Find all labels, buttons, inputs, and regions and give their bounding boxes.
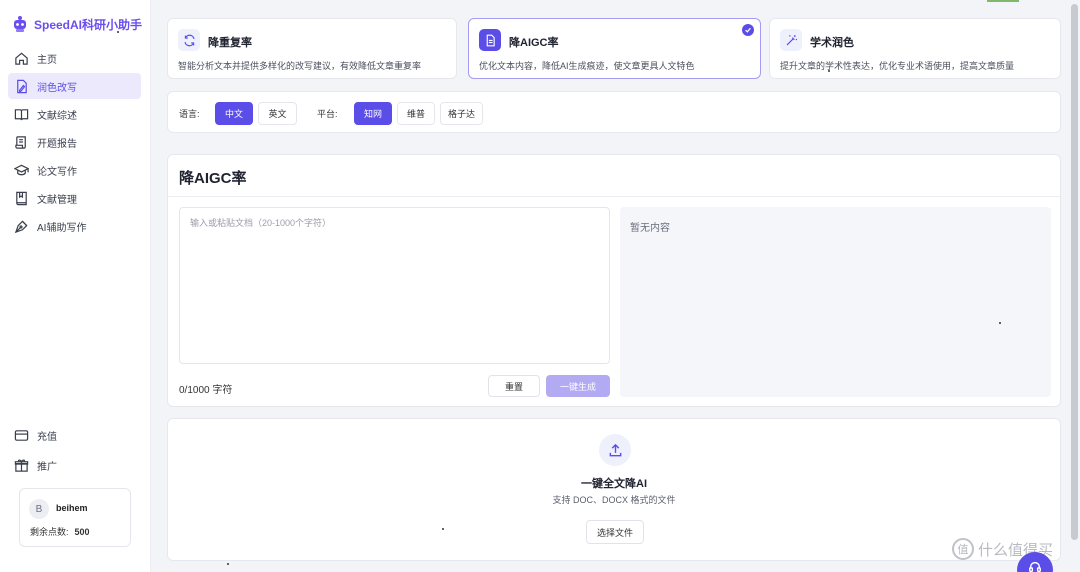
nav-label: 润色改写 [37, 82, 77, 94]
watermark-logo: 值 [952, 538, 974, 560]
scroll-icon [15, 135, 26, 149]
mode-card-reduce-duplication[interactable]: 降重复率 智能分析文本并提供多样化的改写建议，有效降低文章重复率 [167, 18, 457, 79]
nav-label: 充值 [37, 431, 57, 443]
text-input[interactable] [179, 207, 610, 364]
char-count: 0/1000 字符 [179, 385, 233, 396]
generate-button[interactable]: 一键生成 [546, 375, 610, 397]
nav-label: 开题报告 [37, 138, 77, 150]
magic-wand-icon [786, 34, 797, 45]
nav-label: 推广 [37, 461, 57, 473]
sidebar: SpeedAI科研小助手 主页 润色改写 文献综述 开题报告 论文写作 文献管理 [0, 0, 151, 572]
nav-item-literature-management[interactable]: 文献管理 [8, 185, 141, 211]
mode-desc: 智能分析文本并提供多样化的改写建议，有效降低文章重复率 [178, 61, 422, 71]
mode-title: 降AIGC率 [509, 37, 559, 49]
mode-card-reduce-aigc[interactable]: 降AIGC率 优化文本内容，降低AI生成痕迹，使文章更具人文特色 [468, 18, 761, 79]
nav-label: 主页 [37, 54, 57, 66]
upload-panel: 一键全文降AI 支持 DOC、DOCX 格式的文件 选择文件 [167, 418, 1061, 561]
pen-nib-icon [14, 219, 28, 233]
nav-item-literature-review[interactable]: 文献综述 [8, 101, 141, 127]
mode-desc: 优化文本内容，降低AI生成痕迹，使文章更具人文特色 [479, 61, 695, 71]
editor-panel: 降AIGC率 0/1000 字符 重置 一键生成 暂无内容 [167, 154, 1061, 407]
panel-title: 降AIGC率 [179, 170, 247, 187]
document-icon [486, 34, 495, 46]
nav-item-polish[interactable]: 润色改写 [8, 73, 141, 99]
refresh-icon [183, 34, 195, 46]
nav-item-recharge[interactable]: 充值 [8, 422, 141, 448]
main-nav: 主页 润色改写 文献综述 开题报告 论文写作 文献管理 AI辅助写作 [8, 45, 141, 241]
sidebar-bottom-nav: 充值 推广 [8, 422, 141, 482]
mode-icon-wrap [178, 29, 200, 51]
platform-option-vip[interactable]: 维普 [397, 102, 435, 125]
points-label: 剩余点数: [30, 527, 69, 537]
avatar: B [29, 499, 49, 519]
nav-label: 文献管理 [37, 194, 77, 206]
reset-button[interactable]: 重置 [488, 375, 540, 397]
dot [227, 563, 229, 565]
mode-card-academic-polish[interactable]: 学术润色 提升文章的学术性表达，优化专业术语使用，提高文章质量 [769, 18, 1061, 79]
edit-document-icon [17, 79, 27, 93]
nav-item-paper-writing[interactable]: 论文写作 [8, 157, 141, 183]
options-bar: 语言: 中文 英文 平台: 知网 维普 格子达 [167, 91, 1061, 133]
headset-icon [1029, 561, 1041, 572]
username: beihem [56, 503, 88, 513]
graduation-cap-icon [14, 164, 29, 175]
gift-icon [14, 459, 29, 472]
nav-item-home[interactable]: 主页 [8, 45, 141, 71]
bookmark-book-icon [16, 191, 27, 205]
points-remaining: 剩余点数: 500 [30, 525, 90, 538]
credit-card-icon [14, 429, 29, 441]
mode-title: 学术润色 [810, 37, 854, 49]
platform-label: 平台: [317, 109, 338, 119]
output-empty-text: 暂无内容 [630, 223, 670, 234]
mode-icon-wrap [780, 29, 802, 51]
dot [442, 528, 444, 530]
points-value: 500 [74, 527, 90, 537]
language-label: 语言: [179, 109, 200, 119]
divider [168, 196, 1060, 197]
brand[interactable]: SpeedAI科研小助手 [12, 14, 142, 34]
dot [117, 31, 119, 33]
language-option-english[interactable]: 英文 [258, 102, 297, 125]
upload-icon [609, 443, 621, 456]
upload-subtitle: 支持 DOC、DOCX 格式的文件 [552, 495, 676, 505]
platform-option-gezida[interactable]: 格子达 [440, 102, 483, 125]
mode-title: 降重复率 [208, 37, 252, 49]
platform-option-cnki[interactable]: 知网 [354, 102, 392, 125]
nav-item-proposal[interactable]: 开题报告 [8, 129, 141, 155]
user-card[interactable]: B beihem 剩余点数: 500 [19, 488, 131, 547]
brand-name: SpeedAI科研小助手 [34, 17, 143, 32]
upload-title: 一键全文降AI [581, 478, 647, 490]
mode-icon-wrap [479, 29, 501, 51]
robot-logo-icon [14, 16, 26, 32]
output-area: 暂无内容 [620, 207, 1051, 397]
mode-desc: 提升文章的学术性表达，优化专业术语使用，提高文章质量 [780, 61, 1015, 71]
choose-file-button[interactable]: 选择文件 [586, 520, 644, 544]
nav-label: 文献综述 [37, 110, 77, 122]
scrollbar-thumb[interactable] [1071, 4, 1078, 540]
open-book-icon [14, 108, 29, 120]
dot [999, 322, 1001, 324]
language-option-chinese[interactable]: 中文 [215, 102, 253, 125]
selected-check-icon [742, 24, 754, 36]
dot [828, 70, 830, 72]
top-accent-bar [987, 0, 1019, 2]
home-icon [15, 52, 28, 65]
nav-item-ai-writing[interactable]: AI辅助写作 [8, 213, 141, 239]
upload-icon-wrap [599, 434, 631, 466]
nav-label: 论文写作 [37, 166, 77, 178]
nav-item-promote[interactable]: 推广 [8, 452, 141, 478]
nav-label: AI辅助写作 [37, 222, 87, 234]
